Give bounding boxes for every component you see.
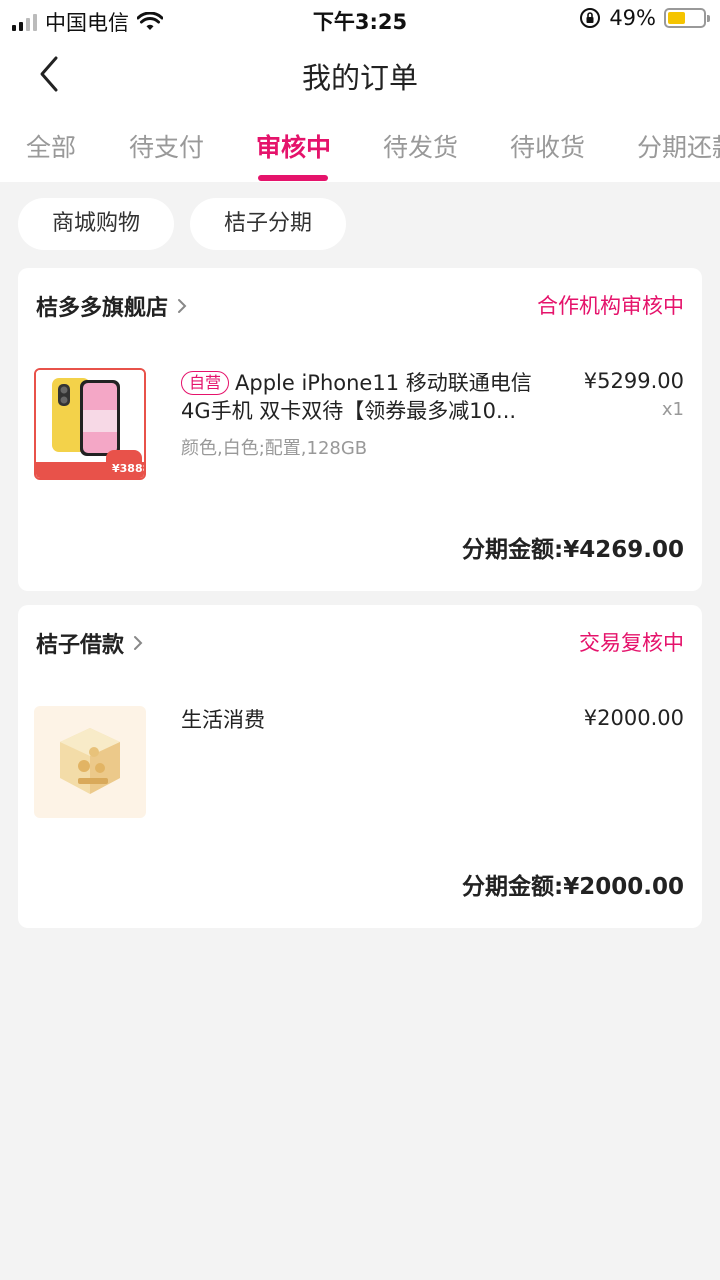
store-name: 桔多多旗舰店 bbox=[36, 296, 169, 321]
filter-orange-installment[interactable]: 桔子分期 bbox=[190, 198, 346, 250]
tab-installment-repayment[interactable]: 分期还款 bbox=[637, 128, 720, 164]
page-title: 我的订单 bbox=[301, 61, 418, 95]
installment-amount: 分期金额:¥2000.00 bbox=[462, 874, 684, 900]
order-card[interactable]: 桔多多旗舰店 合作机构审核中 ¥3888 自营Apple iPhone11 移动… bbox=[18, 268, 702, 591]
product-spec: 颜色,白色;配置,128GB bbox=[181, 438, 368, 459]
tab-pending-payment[interactable]: 待支付 bbox=[129, 128, 204, 164]
battery-icon bbox=[664, 8, 710, 28]
tab-all[interactable]: 全部 bbox=[26, 128, 76, 164]
product-price: ¥5299.00 bbox=[583, 369, 684, 393]
self-operated-tag: 自营 bbox=[181, 371, 230, 395]
status-right: 49% bbox=[579, 6, 710, 30]
store-link[interactable]: 桔子借款 bbox=[36, 627, 144, 659]
loan-purpose[interactable]: 生活消费 bbox=[181, 706, 561, 734]
battery-percent: 49% bbox=[609, 6, 656, 30]
status-bar: 中国电信 下午3:25 49% bbox=[0, 0, 720, 38]
product-title-line2: 4G手机 双卡双待【领券最多减10... bbox=[181, 399, 517, 423]
active-tab-indicator bbox=[258, 175, 328, 181]
installment-amount: 分期金额:¥4269.00 bbox=[462, 537, 684, 563]
loan-price: ¥2000.00 bbox=[583, 706, 684, 730]
thumb-price-badge: ¥3888 bbox=[112, 462, 144, 475]
order-status: 交易复核中 bbox=[579, 631, 684, 655]
tab-under-review[interactable]: 审核中 bbox=[256, 128, 331, 164]
tab-pending-receipt[interactable]: 待收货 bbox=[510, 128, 585, 164]
product-thumbnail[interactable]: ¥3888 bbox=[34, 368, 146, 480]
loan-thumbnail[interactable] bbox=[34, 706, 146, 818]
rotation-lock-icon bbox=[580, 8, 601, 28]
chevron-right-icon bbox=[134, 636, 143, 650]
nav-bar: 我的订单 bbox=[0, 38, 720, 110]
order-card[interactable]: 桔子借款 交易复核中 生活消费 ¥2000.00 分期金额:¥2000.00 bbox=[18, 605, 702, 928]
store-name: 桔子借款 bbox=[36, 633, 125, 658]
store-link[interactable]: 桔多多旗舰店 bbox=[36, 290, 188, 322]
filter-mall-shopping[interactable]: 商城购物 bbox=[18, 198, 174, 250]
order-tabs: 全部 待支付 审核中 待发货 待收货 分期还款 bbox=[0, 110, 720, 182]
order-status: 合作机构审核中 bbox=[537, 294, 684, 318]
product-title[interactable]: 自营 Apple iPhone11 移动联通电信 bbox=[181, 369, 561, 397]
product-quantity: x1 bbox=[661, 399, 684, 420]
product-title-line1: Apple iPhone11 移动联通电信 bbox=[235, 371, 532, 395]
chevron-right-icon bbox=[178, 299, 187, 313]
battery-fill bbox=[668, 12, 685, 24]
coin-box-icon bbox=[60, 728, 120, 794]
tab-pending-shipment[interactable]: 待发货 bbox=[383, 128, 458, 164]
